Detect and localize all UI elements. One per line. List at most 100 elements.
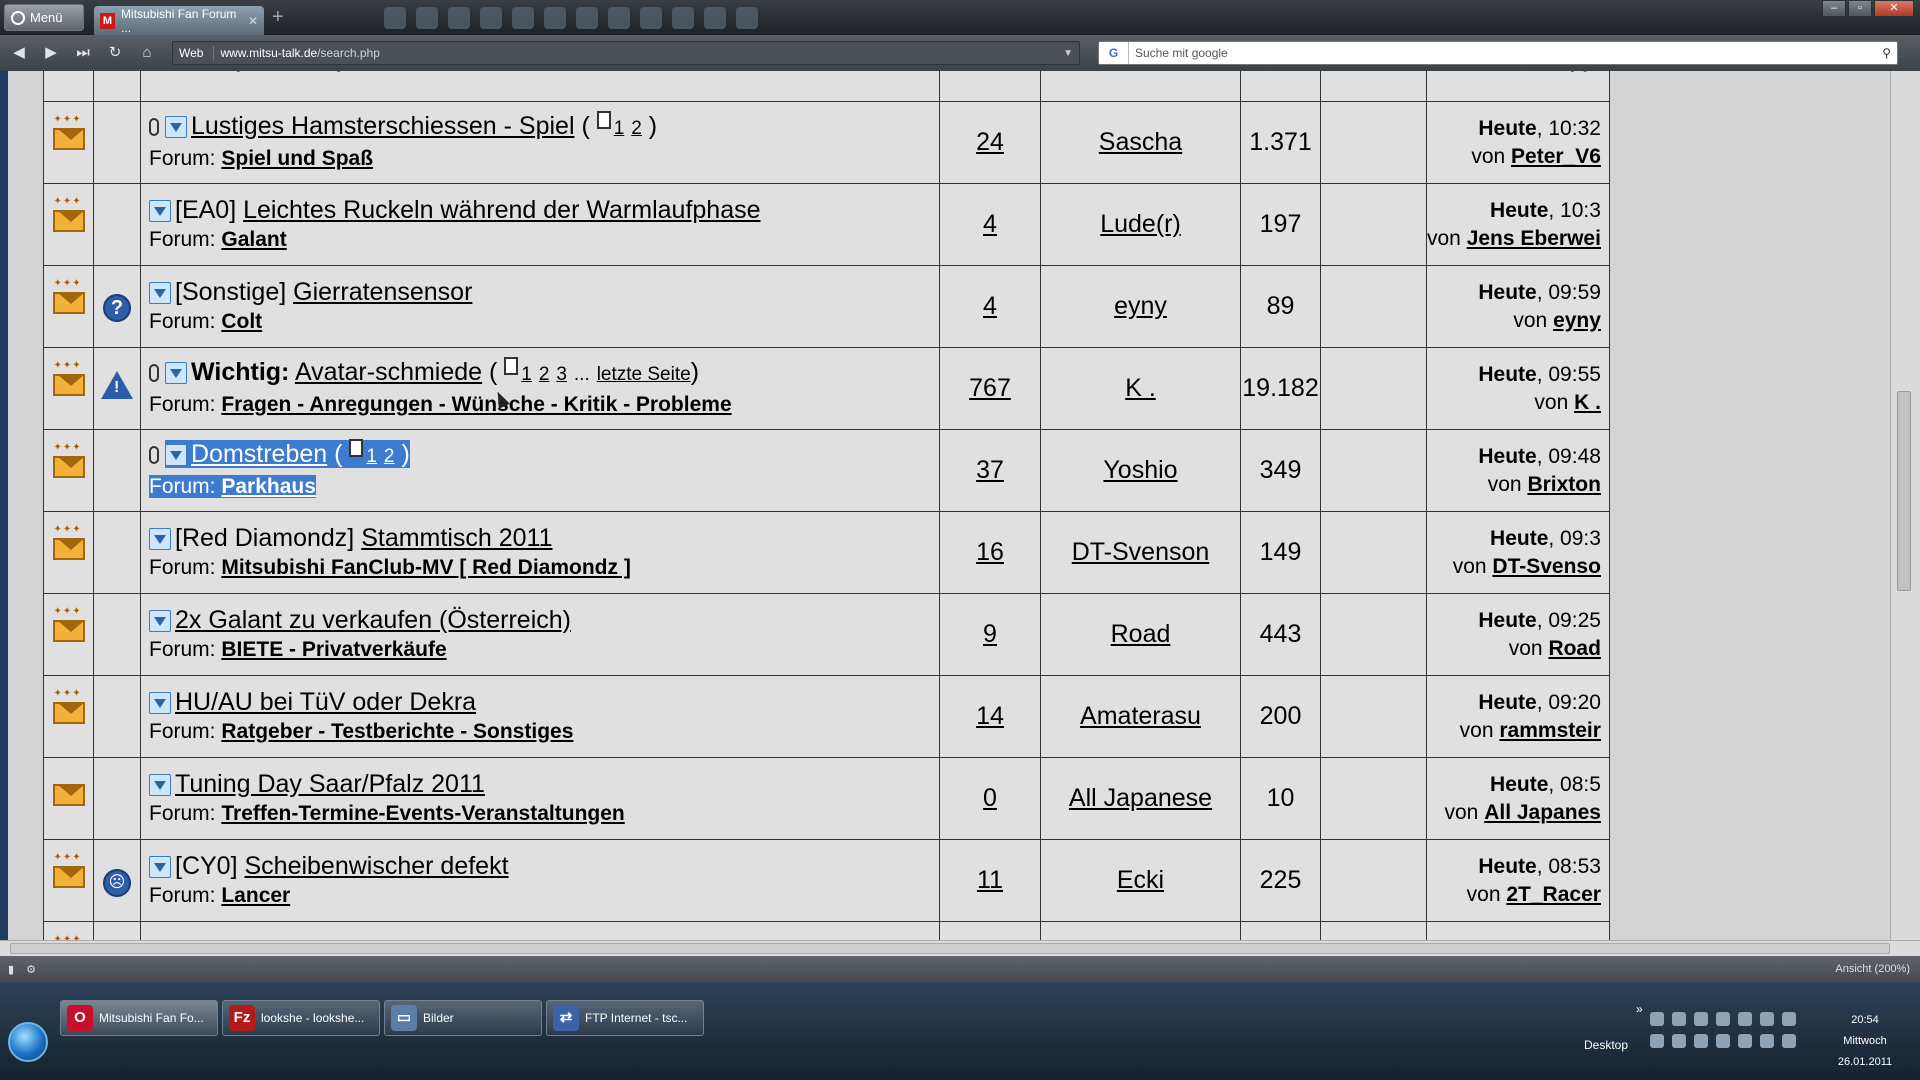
tray-icon[interactable] <box>1650 1034 1664 1048</box>
last-post-author-link[interactable]: DT-Svenso <box>1492 555 1601 578</box>
shortcut-icon[interactable] <box>511 6 534 29</box>
topic-title-link[interactable]: Stammtisch 2011 <box>361 524 552 552</box>
tray-icon[interactable] <box>1672 1034 1686 1048</box>
forum-link[interactable]: Lancer <box>221 884 290 907</box>
author-link[interactable]: eyny <box>1114 292 1167 320</box>
last-page-link[interactable]: letzte Seite <box>597 364 691 385</box>
goto-first-unread-icon[interactable] <box>149 527 171 550</box>
topic-title-link[interactable]: Tuning Day Saar/Pfalz 2011 <box>175 770 485 798</box>
tray-icon[interactable] <box>1716 1012 1730 1026</box>
shortcut-icon[interactable] <box>383 6 406 29</box>
topic-title-link[interactable]: Avatar-schmiede <box>295 358 482 386</box>
menu-button[interactable]: Menü <box>4 4 84 31</box>
last-post-author-link[interactable]: eyny <box>1553 309 1601 332</box>
forum-link[interactable]: Ratgeber - Testberichte - Sonstiges <box>221 720 573 743</box>
replies-link[interactable]: 9 <box>983 620 997 648</box>
forum-link[interactable]: Treffen-Termine-Events-Veranstaltungen <box>221 802 624 825</box>
last-post-author-link[interactable]: rammsteir <box>1499 719 1601 742</box>
address-field[interactable]: Web www.mitsu-talk.de/search.php ▼ <box>172 41 1080 65</box>
author-link[interactable]: All Japanese <box>1069 784 1212 812</box>
shortcut-icon[interactable] <box>703 6 726 29</box>
tray-icon[interactable] <box>1650 1012 1664 1026</box>
last-post-author-link[interactable]: Jens Eberwei <box>1467 227 1601 250</box>
replies-link[interactable]: 4 <box>983 210 997 238</box>
page-link[interactable]: 3 <box>556 364 567 385</box>
last-post-author-link[interactable]: Road <box>1548 637 1601 660</box>
tray-icon[interactable] <box>1738 1034 1752 1048</box>
new-tab-icon[interactable]: + <box>272 6 284 29</box>
tray-icon[interactable] <box>1782 1034 1796 1048</box>
replies-link[interactable]: 11 <box>977 866 1003 894</box>
clock[interactable]: 20:54 Mittwoch 26.01.2011 <box>1820 1010 1910 1073</box>
page-link[interactable]: 2 <box>384 446 395 467</box>
author-link[interactable]: Yoshio <box>1103 456 1177 484</box>
topic-title-link[interactable]: 2x Galant zu verkaufen (Österreich) <box>175 606 571 634</box>
forward-icon[interactable]: ▶ <box>38 41 64 65</box>
replies-link[interactable]: 37 <box>976 456 1004 484</box>
desktop-toolbar-label[interactable]: Desktop <box>1584 1038 1628 1052</box>
shortcut-icon[interactable] <box>447 6 470 29</box>
author-link[interactable]: DT-Svenson <box>1072 538 1210 566</box>
topic-title-link[interactable]: HU/AU bei TüV oder Dekra <box>175 688 476 716</box>
taskbar-button[interactable]: Fz lookshe - lookshe... <box>222 1000 380 1036</box>
zoom-indicator[interactable]: Ansicht (200%) <box>1835 963 1910 975</box>
maximize-icon[interactable]: ▫ <box>1848 0 1872 17</box>
shortcut-icon[interactable] <box>735 6 758 29</box>
author-link[interactable]: Sascha <box>1099 128 1182 156</box>
forum-link[interactable]: Mitsubishi FanClub-MV [ Red Diamondz ] <box>221 556 630 579</box>
scroll-thumb[interactable] <box>10 943 1890 954</box>
panel-toggle-icon[interactable]: ▮ <box>8 963 14 976</box>
goto-first-unread-icon[interactable] <box>149 855 171 878</box>
taskbar-button[interactable]: ⇄ FTP Internet - tsc... <box>546 1000 704 1036</box>
forum-link[interactable]: Spiel und Spaß <box>221 147 373 170</box>
search-icon[interactable]: ⚲ <box>1882 46 1891 60</box>
minimize-icon[interactable]: – <box>1822 0 1846 17</box>
back-icon[interactable]: ◀ <box>6 41 32 65</box>
replies-link[interactable]: 0 <box>983 784 997 812</box>
tray-icon[interactable] <box>1738 1012 1752 1026</box>
taskbar-button[interactable]: ▭ Bilder <box>384 1000 542 1036</box>
tab-active[interactable]: M Mitsubishi Fan Forum ... ✕ <box>94 6 264 35</box>
goto-first-unread-icon[interactable] <box>149 199 171 222</box>
page-link[interactable]: 1 <box>521 364 532 385</box>
shortcut-icon[interactable] <box>543 6 566 29</box>
last-post-author-link[interactable]: Peter_V6 <box>1511 145 1601 168</box>
horizontal-scrollbar[interactable] <box>0 940 1920 956</box>
forum-link[interactable]: BIETE - Privatverkäufe <box>221 638 446 661</box>
topic-title-link[interactable]: Domstreben <box>191 440 327 468</box>
replies-link[interactable]: 14 <box>976 702 1004 730</box>
last-post-author-link[interactable]: Brixton <box>1527 473 1601 496</box>
last-post-author-link[interactable]: K . <box>1574 391 1601 414</box>
tab-close-icon[interactable]: ✕ <box>248 14 258 28</box>
reload-icon[interactable]: ↻ <box>102 41 128 65</box>
last-post-author-link[interactable]: 2T_Racer <box>1506 883 1601 906</box>
shortcut-icon[interactable] <box>575 6 598 29</box>
author-link[interactable]: Lude(r) <box>1100 210 1181 238</box>
tray-icon[interactable] <box>1694 1012 1708 1026</box>
fast-forward-icon[interactable]: ⏭ <box>70 41 96 65</box>
scroll-thumb[interactable] <box>1897 391 1911 591</box>
author-link[interactable]: Ecki <box>1117 866 1164 894</box>
forum-link[interactable]: Spiel und Spaß <box>221 71 373 72</box>
author-link[interactable]: Road <box>1111 620 1171 648</box>
last-post-author-link[interactable]: All Japanes <box>1484 801 1601 824</box>
shortcut-icon[interactable] <box>639 6 662 29</box>
shortcut-icon[interactable] <box>671 6 694 29</box>
forum-link[interactable]: Fragen - Anregungen - Wünsche - Kritik -… <box>221 393 731 416</box>
author-link[interactable]: Amaterasu <box>1080 702 1201 730</box>
shortcut-icon[interactable] <box>607 6 630 29</box>
tray-icon[interactable] <box>1760 1034 1774 1048</box>
tray-icon[interactable] <box>1760 1012 1774 1026</box>
author-link[interactable]: K . <box>1125 374 1156 402</box>
forum-link[interactable]: Colt <box>221 310 262 333</box>
goto-first-unread-icon[interactable] <box>149 773 171 796</box>
vertical-scrollbar[interactable] <box>1890 71 1920 956</box>
tray-icon[interactable] <box>1672 1012 1686 1026</box>
replies-link[interactable]: 4 <box>983 292 997 320</box>
tray-icon[interactable] <box>1694 1034 1708 1048</box>
goto-first-unread-icon[interactable] <box>149 691 171 714</box>
tray-icon[interactable] <box>1782 1012 1796 1026</box>
page-link[interactable]: 1 <box>366 446 377 467</box>
shortcut-icon[interactable] <box>415 6 438 29</box>
forum-link[interactable]: Galant <box>221 228 286 251</box>
